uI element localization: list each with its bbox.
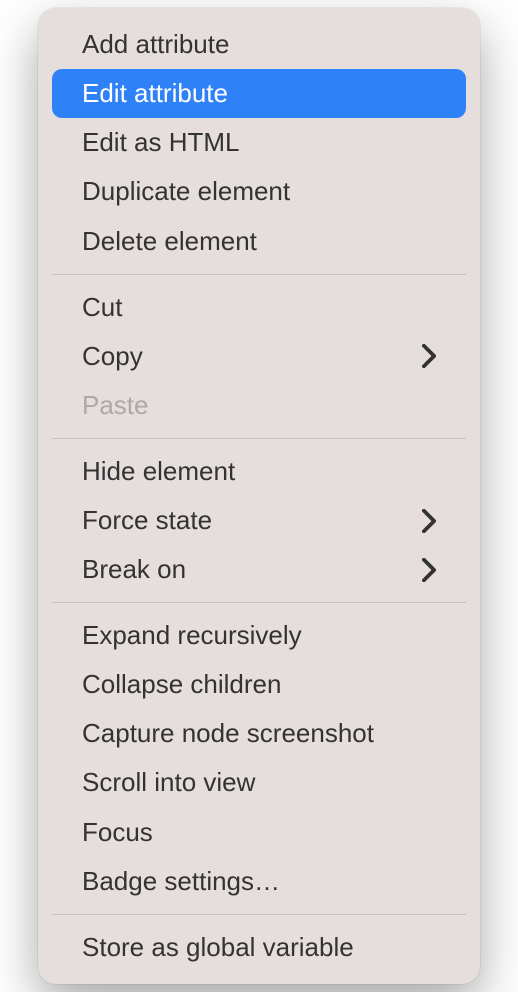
menu-item-label: Store as global variable [82,930,354,965]
chevron-right-icon [422,344,436,368]
menu-item-label: Add attribute [82,27,229,62]
menu-item-cut[interactable]: Cut [52,283,466,332]
menu-item-label: Focus [82,815,153,850]
menu-item-badge-settings[interactable]: Badge settings… [52,857,466,906]
menu-item-edit-as-html[interactable]: Edit as HTML [52,118,466,167]
menu-item-label: Paste [82,388,149,423]
menu-item-paste: Paste [52,381,466,430]
menu-item-label: Cut [82,290,122,325]
menu-item-label: Edit attribute [82,76,228,111]
menu-item-label: Delete element [82,224,257,259]
menu-item-duplicate-element[interactable]: Duplicate element [52,167,466,216]
menu-item-label: Capture node screenshot [82,716,374,751]
menu-item-break-on[interactable]: Break on [52,545,466,594]
menu-item-label: Badge settings… [82,864,280,899]
menu-item-label: Edit as HTML [82,125,240,160]
menu-item-capture-node-screenshot[interactable]: Capture node screenshot [52,709,466,758]
menu-separator [52,914,466,915]
menu-item-collapse-children[interactable]: Collapse children [52,660,466,709]
menu-item-label: Collapse children [82,667,281,702]
menu-item-label: Copy [82,339,143,374]
menu-separator [52,438,466,439]
menu-item-store-as-global-variable[interactable]: Store as global variable [52,923,466,972]
menu-item-add-attribute[interactable]: Add attribute [52,20,466,69]
menu-item-scroll-into-view[interactable]: Scroll into view [52,758,466,807]
menu-item-label: Force state [82,503,212,538]
chevron-right-icon [422,558,436,582]
menu-item-label: Scroll into view [82,765,255,800]
menu-item-label: Hide element [82,454,235,489]
menu-item-edit-attribute[interactable]: Edit attribute [52,69,466,118]
context-menu: Add attribute Edit attribute Edit as HTML D… [38,8,480,984]
chevron-right-icon [422,509,436,533]
menu-item-hide-element[interactable]: Hide element [52,447,466,496]
menu-item-expand-recursively[interactable]: Expand recursively [52,611,466,660]
menu-separator [52,602,466,603]
menu-item-delete-element[interactable]: Delete element [52,217,466,266]
menu-item-label: Break on [82,552,186,587]
menu-item-force-state[interactable]: Force state [52,496,466,545]
menu-separator [52,274,466,275]
menu-item-copy[interactable]: Copy [52,332,466,381]
menu-item-label: Expand recursively [82,618,302,653]
menu-item-label: Duplicate element [82,174,290,209]
menu-item-focus[interactable]: Focus [52,808,466,857]
